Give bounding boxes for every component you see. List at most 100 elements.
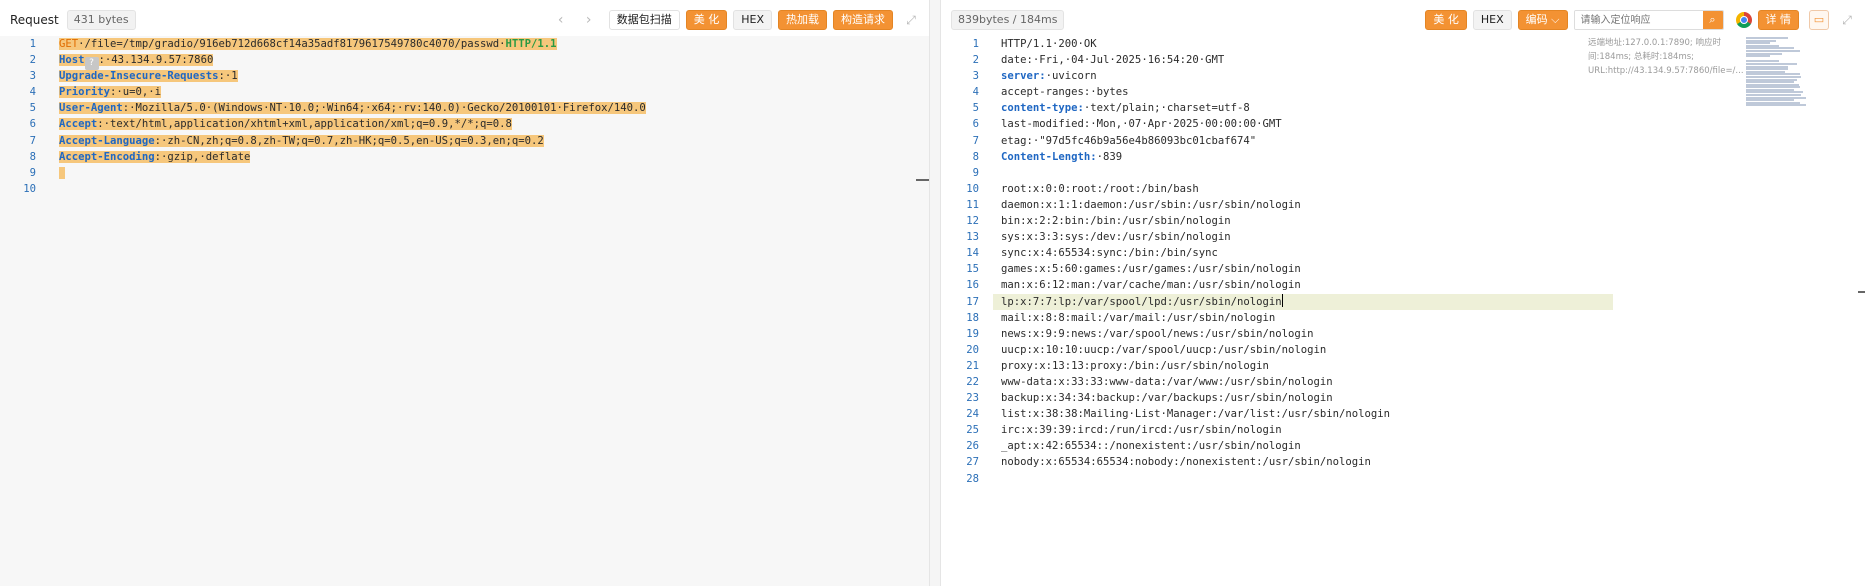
line-number: 5: [29, 102, 36, 115]
line-content: proxy:x:13:13:proxy:/bin:/usr/sbin/nolog…: [1001, 358, 1269, 374]
code-line[interactable]: 9: [941, 165, 1865, 181]
code-token: news:x:9:9:news:/var/spool/news:/usr/sbi…: [1001, 327, 1314, 340]
panel-splitter[interactable]: [930, 0, 940, 586]
code-line[interactable]: 1 GET·/file=/tmp/gradio/916eb712d668cf14a…: [0, 36, 929, 52]
search-icon[interactable]: ⌕: [1702, 11, 1723, 29]
line-content: server:·uvicorn: [1001, 68, 1097, 84]
response-size-badge: 839bytes / 184ms: [951, 10, 1065, 30]
code-line[interactable]: 7 etag:·"97d5fc46b9a56e4b86093bc01cbaf674…: [941, 133, 1865, 149]
code-line[interactable]: 8 Content-Length:·839: [941, 149, 1865, 165]
code-line[interactable]: 4 Priority:·u=0,·i: [0, 84, 929, 100]
code-token: ·text/plain;·charset=utf-8: [1083, 102, 1250, 115]
code-line[interactable]: 23 backup:x:34:34:backup:/var/backups:/us…: [941, 390, 1865, 406]
chevron-left-icon[interactable]: ‹: [553, 12, 569, 28]
expand-icon[interactable]: ⤢: [903, 12, 919, 28]
line-number: 3: [972, 70, 979, 83]
request-editor[interactable]: 1 GET·/file=/tmp/gradio/916eb712d668cf14a…: [0, 36, 929, 586]
line-content: Accept-Encoding:·gzip,·deflate: [59, 149, 251, 165]
code-line[interactable]: 6 last-modified:·Mon,·07·Apr·2025·00:00:0…: [941, 116, 1865, 132]
code-line[interactable]: 9: [0, 165, 929, 181]
encoding-dropdown[interactable]: 编码 ⌵: [1517, 10, 1568, 30]
code-line[interactable]: 1 HTTP/1.1·200·OK: [941, 36, 1865, 52]
code-line[interactable]: 3 Upgrade-Insecure-Requests:·1: [0, 68, 929, 84]
code-token: :·gzip,·deflate: [154, 150, 251, 163]
request-beautify-button[interactable]: 美 化: [685, 10, 728, 30]
response-hex-button[interactable]: HEX: [1472, 10, 1512, 30]
code-line[interactable]: 21 proxy:x:13:13:proxy:/bin:/usr/sbin/nol…: [941, 358, 1865, 374]
line-content: _apt:x:42:65534::/nonexistent:/usr/sbin/…: [1001, 438, 1301, 454]
code-line[interactable]: 12 bin:x:2:2:bin:/bin:/usr/sbin/nologin: [941, 213, 1865, 229]
line-content: User-Agent:·Mozilla/5.0·(Windows·NT·10.0…: [59, 100, 646, 116]
packet-scan-button[interactable]: 数据包扫描: [608, 10, 680, 30]
comment-icon[interactable]: ▭: [1809, 10, 1829, 30]
code-line[interactable]: 14 sync:x:4:65534:sync:/bin:/bin/sync: [941, 245, 1865, 261]
code-line[interactable]: 17 lp:x:7:7:lp:/var/spool/lpd:/usr/sbin/n…: [941, 293, 1865, 310]
code-line[interactable]: 4 accept-ranges:·bytes: [941, 84, 1865, 100]
code-line[interactable]: 20 uucp:x:10:10:uucp:/var/spool/uucp:/usr…: [941, 342, 1865, 358]
code-line[interactable]: 8 Accept-Encoding:·gzip,·deflate: [0, 149, 929, 165]
construct-request-button[interactable]: 构造请求: [833, 10, 893, 30]
code-line[interactable]: 19 news:x:9:9:news:/var/spool/news:/usr/s…: [941, 326, 1865, 342]
line-content: Upgrade-Insecure-Requests:·1: [59, 68, 238, 84]
code-line[interactable]: 22 www-data:x:33:33:www-data:/var/www:/us…: [941, 374, 1865, 390]
code-line[interactable]: 5 content-type:·text/plain;·charset=utf-8: [941, 100, 1865, 116]
code-token: accept-ranges:·bytes: [1001, 86, 1129, 99]
code-line[interactable]: 5 User-Agent:·Mozilla/5.0·(Windows·NT·10.…: [0, 100, 929, 116]
code-token: lp:x:7:7:lp:/var/spool/lpd:/usr/sbin/nol…: [1001, 295, 1282, 308]
line-number: 6: [29, 118, 36, 131]
code-line[interactable]: 2 Host?:·43.134.9.57:7860: [0, 52, 929, 71]
request-toolbar: Request 431 bytes ‹ › 数据包扫描 美 化 HEX 热加载 …: [0, 0, 929, 40]
code-line[interactable]: 7 Accept-Language:·zh-CN,zh;q=0.8,zh-TW;q…: [0, 133, 929, 149]
response-search-input[interactable]: [1574, 11, 1703, 29]
response-editor[interactable]: 1 HTTP/1.1·200·OK 2 date:·Fri,·04·Jul·2025·…: [941, 36, 1865, 586]
line-number: 25: [966, 424, 979, 437]
line-number: 8: [29, 150, 36, 163]
selection-highlight: Accept:·text/html,application/xhtml+xml,…: [59, 118, 512, 131]
line-number: 1: [972, 38, 979, 50]
response-toolbar: 839bytes / 184ms 美 化 HEX 编码 ⌵ ⌕ 详 情 ▭ ⤢: [941, 0, 1865, 40]
response-beautify-button[interactable]: 美 化: [1425, 10, 1467, 30]
request-hex-button[interactable]: HEX: [733, 10, 772, 30]
code-line[interactable]: 10: [0, 181, 929, 197]
code-token: _apt:x:42:65534::/nonexistent:/usr/sbin/…: [1001, 440, 1301, 453]
chevron-right-icon[interactable]: ›: [581, 12, 597, 28]
expand-icon[interactable]: ⤢: [1839, 12, 1855, 28]
code-line[interactable]: 18 mail:x:8:8:mail:/var/mail:/usr/sbin/no…: [941, 310, 1865, 326]
code-line[interactable]: 24 list:x:38:38:Mailing·List·Manager:/var…: [941, 406, 1865, 422]
code-line[interactable]: 10 root:x:0:0:root:/root:/bin/bash: [941, 181, 1865, 197]
code-token: :·1: [218, 70, 238, 83]
code-line[interactable]: 11 daemon:x:1:1:daemon:/usr/sbin:/usr/sbi…: [941, 197, 1865, 213]
line-number: 7: [29, 134, 36, 147]
selection-highlight: Accept-Encoding:·gzip,·deflate: [59, 150, 251, 163]
line-number: 24: [966, 408, 979, 421]
code-line[interactable]: 28: [941, 471, 1865, 487]
line-content: etag:·"97d5fc46b9a56e4b86093bc01cbaf674": [1001, 133, 1256, 149]
line-content: GET·/file=/tmp/gradio/916eb712d668cf14a3…: [59, 36, 557, 52]
code-line[interactable]: 15 games:x:5:60:games:/usr/games:/usr/sbi…: [941, 261, 1865, 277]
line-number: 23: [966, 392, 979, 405]
selection-highlight: Accept-Language:·zh-CN,zh;q=0.8,zh-TW;q=…: [59, 134, 544, 147]
code-line[interactable]: 16 man:x:6:12:man:/var/cache/man:/usr/sbi…: [941, 277, 1865, 293]
code-line[interactable]: 13 sys:x:3:3:sys:/dev:/usr/sbin/nologin: [941, 229, 1865, 245]
code-token: games:x:5:60:games:/usr/games:/usr/sbin/…: [1001, 263, 1301, 276]
response-minimap[interactable]: [1746, 37, 1806, 107]
details-button[interactable]: 详 情: [1757, 10, 1799, 30]
chrome-icon[interactable]: [1735, 12, 1752, 28]
line-content: sys:x:3:3:sys:/dev:/usr/sbin/nologin: [1001, 229, 1231, 245]
scrollbar-marker[interactable]: [916, 179, 929, 181]
minimap-line: [1746, 104, 1806, 107]
code-line[interactable]: 6 Accept:·text/html,application/xhtml+xml…: [0, 116, 929, 132]
line-content: HTTP/1.1·200·OK: [1001, 36, 1097, 52]
scrollbar-marker[interactable]: [1858, 291, 1865, 293]
line-number: 7: [972, 134, 979, 147]
line-number: 11: [966, 198, 979, 211]
code-token: proxy:x:13:13:proxy:/bin:/usr/sbin/nolog…: [1001, 359, 1269, 372]
hot-load-button[interactable]: 热加载: [778, 10, 827, 30]
code-line[interactable]: 26 _apt:x:42:65534::/nonexistent:/usr/sbi…: [941, 438, 1865, 454]
code-line[interactable]: 27 nobody:x:65534:65534:nobody:/nonexiste…: [941, 454, 1865, 470]
selection-highlight: [59, 166, 66, 179]
line-content: last-modified:·Mon,·07·Apr·2025·00:00:00…: [1001, 116, 1282, 132]
code-token: etag:·"97d5fc46b9a56e4b86093bc01cbaf674": [1001, 134, 1257, 147]
header-key: User-Agent: [59, 102, 123, 115]
code-line[interactable]: 25 irc:x:39:39:ircd:/run/ircd:/usr/sbin/n…: [941, 422, 1865, 438]
